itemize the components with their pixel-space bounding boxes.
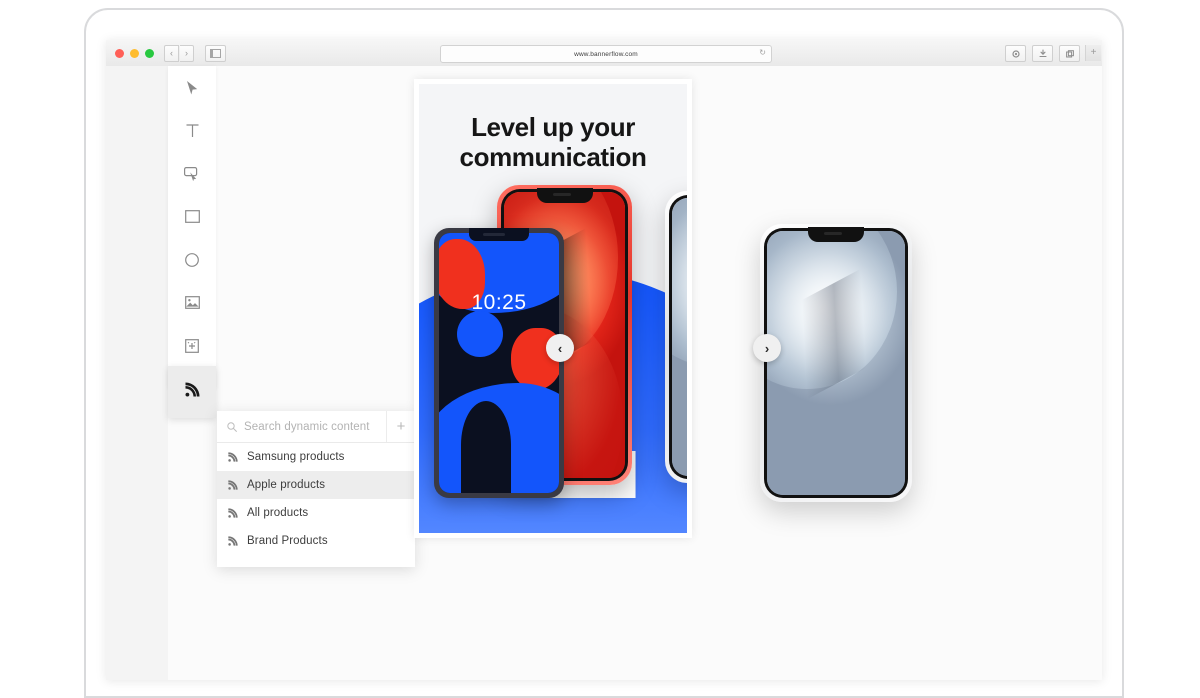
new-tab-button[interactable]: + <box>1085 45 1101 61</box>
text-tool[interactable] <box>168 109 216 152</box>
widget-tool[interactable] <box>168 324 216 367</box>
reload-icon[interactable]: ↻ <box>759 49 766 57</box>
selection-guide-left <box>414 79 419 538</box>
selection-guide-right <box>687 79 692 538</box>
close-button[interactable] <box>115 48 124 58</box>
dynamic-content-tool[interactable] <box>168 366 216 418</box>
android-screen: 10:25 <box>439 233 559 493</box>
forward-button[interactable]: › <box>180 44 194 62</box>
url-text: www.bannerflow.com <box>574 50 638 58</box>
rss-icon <box>185 382 200 402</box>
window-controls[interactable] <box>115 48 154 58</box>
headline-line-2: communication <box>459 142 647 173</box>
back-button[interactable]: ‹ <box>164 44 179 62</box>
list-item[interactable]: Brand Products <box>217 527 415 555</box>
navigation-buttons[interactable]: ‹ › <box>164 44 194 62</box>
editor-toolbar <box>168 66 216 388</box>
browser-right-buttons[interactable] <box>1005 45 1080 62</box>
list-item-label: All products <box>247 507 309 519</box>
search-row: Search dynamic content + <box>217 411 415 443</box>
select-tool[interactable] <box>168 66 216 109</box>
list-item-label: Apple products <box>247 479 326 491</box>
rss-icon <box>228 452 238 462</box>
list-item[interactable]: All products <box>217 499 415 527</box>
image-tool[interactable] <box>168 281 216 324</box>
carousel-next-button[interactable]: › <box>753 334 781 362</box>
list-item-label: Samsung products <box>247 451 345 463</box>
rss-icon <box>228 508 238 518</box>
dynamic-content-dropdown: Search dynamic content + Samsung product… <box>217 411 415 567</box>
headline-line-1: Level up your <box>471 112 635 142</box>
iphone-white-bezel <box>669 195 687 479</box>
iphone-white-screen <box>672 198 687 476</box>
list-item[interactable]: Samsung products <box>217 443 415 471</box>
dropdown-padding <box>217 555 415 567</box>
iphone-white-overflow-notch <box>808 227 864 242</box>
browser-titlebar: ‹ › www.bannerflow.com ↻ + <box>106 40 1102 67</box>
banner-headline[interactable]: Level up your communication <box>419 112 687 173</box>
rss-icon <box>228 480 238 490</box>
add-dynamic-content-button[interactable]: + <box>386 411 415 442</box>
share-icon[interactable] <box>1005 45 1026 62</box>
iphone-white-overflow-frame <box>760 224 912 502</box>
address-bar[interactable]: www.bannerflow.com ↻ <box>440 45 772 63</box>
iphone-white-frame <box>665 191 687 483</box>
left-panel-background <box>106 66 168 680</box>
android-phone: 10:25 <box>434 228 564 498</box>
maximize-button[interactable] <box>145 48 154 58</box>
sidebar-icon[interactable] <box>205 44 226 62</box>
android-notch <box>469 228 529 241</box>
carousel-prev-button[interactable]: ‹ <box>546 334 574 362</box>
ellipse-tool[interactable] <box>168 238 216 281</box>
button-tool[interactable] <box>168 152 216 195</box>
iphone-white-overflow <box>760 224 912 502</box>
android-body: 10:25 <box>434 228 564 498</box>
iphone-red-notch <box>536 188 593 203</box>
search-input[interactable]: Search dynamic content <box>244 421 386 433</box>
minimize-button[interactable] <box>130 48 139 58</box>
status-time: 10:25 <box>471 291 527 314</box>
search-icon <box>227 421 237 432</box>
downloads-icon[interactable] <box>1032 45 1053 62</box>
iphone-white-overflow-bezel <box>764 228 908 498</box>
iphone-white-overflow-screen <box>767 231 905 495</box>
rss-icon <box>228 536 238 546</box>
iphone-white <box>665 191 687 483</box>
new-tab-icon[interactable] <box>1059 45 1080 62</box>
list-item-label: Brand Products <box>247 535 328 547</box>
rectangle-tool[interactable] <box>168 195 216 238</box>
list-item[interactable]: Apple products <box>217 471 415 499</box>
screenshot-stage: ‹ › www.bannerflow.com ↻ + Search dynami… <box>0 0 1200 698</box>
